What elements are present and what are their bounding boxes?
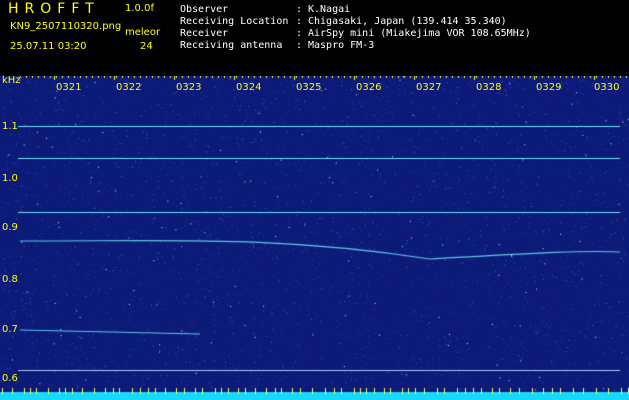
y-tick-label: 0.6 bbox=[2, 373, 18, 384]
time-tick-label: 0327 bbox=[416, 82, 442, 93]
app-title: HROFFT bbox=[8, 1, 100, 17]
y-tick-label: 1.1 bbox=[2, 121, 18, 132]
date-time: 25.07.11 03:20 bbox=[10, 41, 87, 52]
y-tick-label: 0.7 bbox=[2, 324, 18, 335]
info-location: Receiving Location : Chigasaki, Japan (1… bbox=[180, 16, 507, 28]
y-unit-label: kHz bbox=[2, 75, 21, 86]
y-tick-label: 1.0 bbox=[2, 173, 18, 184]
mode-value: 24 bbox=[140, 41, 153, 52]
info-colon: : bbox=[296, 16, 303, 27]
info-observer: Observer : K.Nagai bbox=[180, 4, 350, 16]
time-tick-label: 0321 bbox=[56, 82, 82, 93]
info-value: K.Nagai bbox=[308, 4, 351, 15]
time-tick-label: 0323 bbox=[176, 82, 202, 93]
info-label: Observer bbox=[180, 4, 229, 15]
mode-label: meleor bbox=[125, 27, 161, 38]
time-tick-label: 0325 bbox=[296, 82, 322, 93]
info-label: Receiving antenna bbox=[180, 40, 283, 51]
info-value: Chigasaki, Japan (139.414 35.340) bbox=[308, 16, 507, 27]
time-tick-label: 0329 bbox=[536, 82, 562, 93]
info-value: Maspro FM-3 bbox=[308, 40, 375, 51]
header-panel: HROFFT 1.0.0f KN9_2507110320.png meleor … bbox=[0, 0, 629, 76]
time-tick-label: 0326 bbox=[356, 82, 382, 93]
info-value: AirSpy mini (Miakejima VOR 108.65MHz) bbox=[308, 28, 531, 39]
spectrogram-canvas bbox=[0, 76, 629, 400]
file-name: KN9_2507110320.png bbox=[10, 21, 122, 32]
time-tick-label: 0322 bbox=[116, 82, 142, 93]
info-antenna: Receiving antenna : Maspro FM-3 bbox=[180, 40, 374, 52]
time-tick-label: 0328 bbox=[476, 82, 502, 93]
info-label: Receiver bbox=[180, 28, 229, 39]
y-tick-label: 0.9 bbox=[2, 222, 18, 233]
info-label: Receiving Location bbox=[180, 16, 289, 27]
info-colon: : bbox=[296, 4, 303, 15]
info-receiver: Receiver : AirSpy mini (Miakejima VOR 10… bbox=[180, 28, 531, 40]
time-tick-label: 0330 bbox=[594, 82, 620, 93]
info-colon: : bbox=[296, 28, 303, 39]
version-label: 1.0.0f bbox=[125, 3, 154, 14]
time-tick-label: 0324 bbox=[236, 82, 262, 93]
y-tick-label: 0.8 bbox=[2, 274, 18, 285]
info-colon: : bbox=[296, 40, 303, 51]
